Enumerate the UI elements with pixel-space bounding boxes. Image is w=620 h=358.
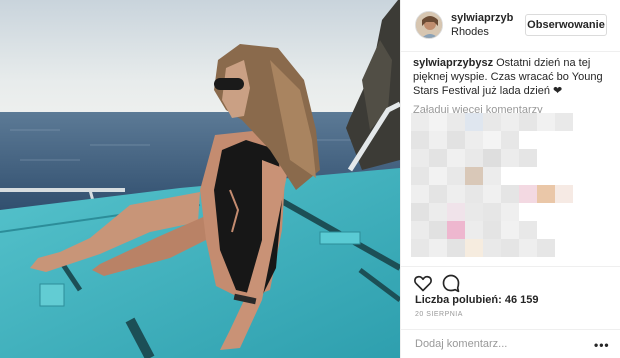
blur-cell [447, 185, 465, 203]
avatar[interactable] [415, 11, 443, 39]
blur-cell [429, 221, 447, 239]
blur-cell [447, 221, 465, 239]
blur-cell [555, 113, 573, 131]
blur-cell [411, 185, 429, 203]
blur-cell [429, 203, 447, 221]
comment-bubble-icon[interactable] [441, 273, 461, 293]
blur-cell [465, 221, 483, 239]
post-location[interactable]: Rhodes [451, 26, 489, 38]
blur-cell [537, 185, 555, 203]
blur-cell [519, 185, 537, 203]
blur-cell [465, 239, 483, 257]
blur-cell [501, 131, 519, 149]
blur-cell [447, 239, 465, 257]
blur-cell [411, 149, 429, 167]
blur-cell [447, 167, 465, 185]
blur-cell [519, 149, 537, 167]
blur-cell [483, 239, 501, 257]
follow-button[interactable]: Obserwowanie [525, 14, 607, 36]
blur-cell [483, 185, 501, 203]
blur-cell [501, 149, 519, 167]
post-date: 20 SIERPNIA [415, 311, 463, 318]
blur-cell [501, 203, 519, 221]
blur-cell [447, 149, 465, 167]
blurred-comments [411, 113, 579, 263]
blur-cell [537, 239, 555, 257]
blur-cell [555, 185, 573, 203]
blur-cell [519, 113, 537, 131]
blur-cell [447, 113, 465, 131]
blur-cell [429, 113, 447, 131]
more-options-icon[interactable]: ••• [594, 338, 610, 352]
add-comment-input[interactable] [415, 338, 585, 350]
blur-cell [429, 239, 447, 257]
blur-cell [447, 131, 465, 149]
blur-cell [465, 167, 483, 185]
blur-cell [501, 185, 519, 203]
likes-count[interactable]: Liczba polubień: 46 159 [415, 294, 538, 306]
blur-cell [465, 131, 483, 149]
blur-cell [411, 203, 429, 221]
blur-cell [537, 113, 555, 131]
post-details-panel: sylwiaprzybysz Rhodes Obserwowanie sylwi… [400, 0, 620, 358]
blur-cell [465, 185, 483, 203]
post-photo[interactable] [0, 0, 400, 358]
comments-section: sylwiaprzybysz Ostatni dzień na tej piękn… [413, 56, 613, 116]
post-actions: Liczba polubień: 46 159 20 SIERPNIA ••• [401, 266, 620, 358]
caption: sylwiaprzybysz Ostatni dzień na tej piękn… [413, 56, 613, 98]
blur-cell [465, 149, 483, 167]
blur-cell [429, 149, 447, 167]
blur-cell [411, 239, 429, 257]
blur-cell [465, 203, 483, 221]
blur-cell [501, 221, 519, 239]
post-header: sylwiaprzybysz Rhodes Obserwowanie [401, 0, 620, 52]
blur-cell [429, 185, 447, 203]
caption-username[interactable]: sylwiaprzybysz [413, 57, 493, 69]
photo-image [0, 0, 400, 358]
blur-cell [483, 113, 501, 131]
post-username[interactable]: sylwiaprzybysz [451, 12, 513, 24]
blur-cell [447, 203, 465, 221]
blur-cell [411, 167, 429, 185]
avatar-image [416, 12, 442, 38]
blur-cell [411, 221, 429, 239]
blur-cell [429, 167, 447, 185]
blur-cell [483, 131, 501, 149]
blur-cell [429, 131, 447, 149]
blur-cell [483, 221, 501, 239]
blur-cell [411, 131, 429, 149]
heart-icon[interactable] [413, 273, 433, 293]
blur-cell [519, 239, 537, 257]
add-comment-bar: ••• [401, 329, 620, 358]
blur-cell [465, 113, 483, 131]
blur-cell [483, 167, 501, 185]
blur-cell [411, 113, 429, 131]
blur-cell [519, 221, 537, 239]
blur-cell [483, 149, 501, 167]
blur-cell [501, 239, 519, 257]
blur-cell [483, 203, 501, 221]
blur-cell [501, 113, 519, 131]
